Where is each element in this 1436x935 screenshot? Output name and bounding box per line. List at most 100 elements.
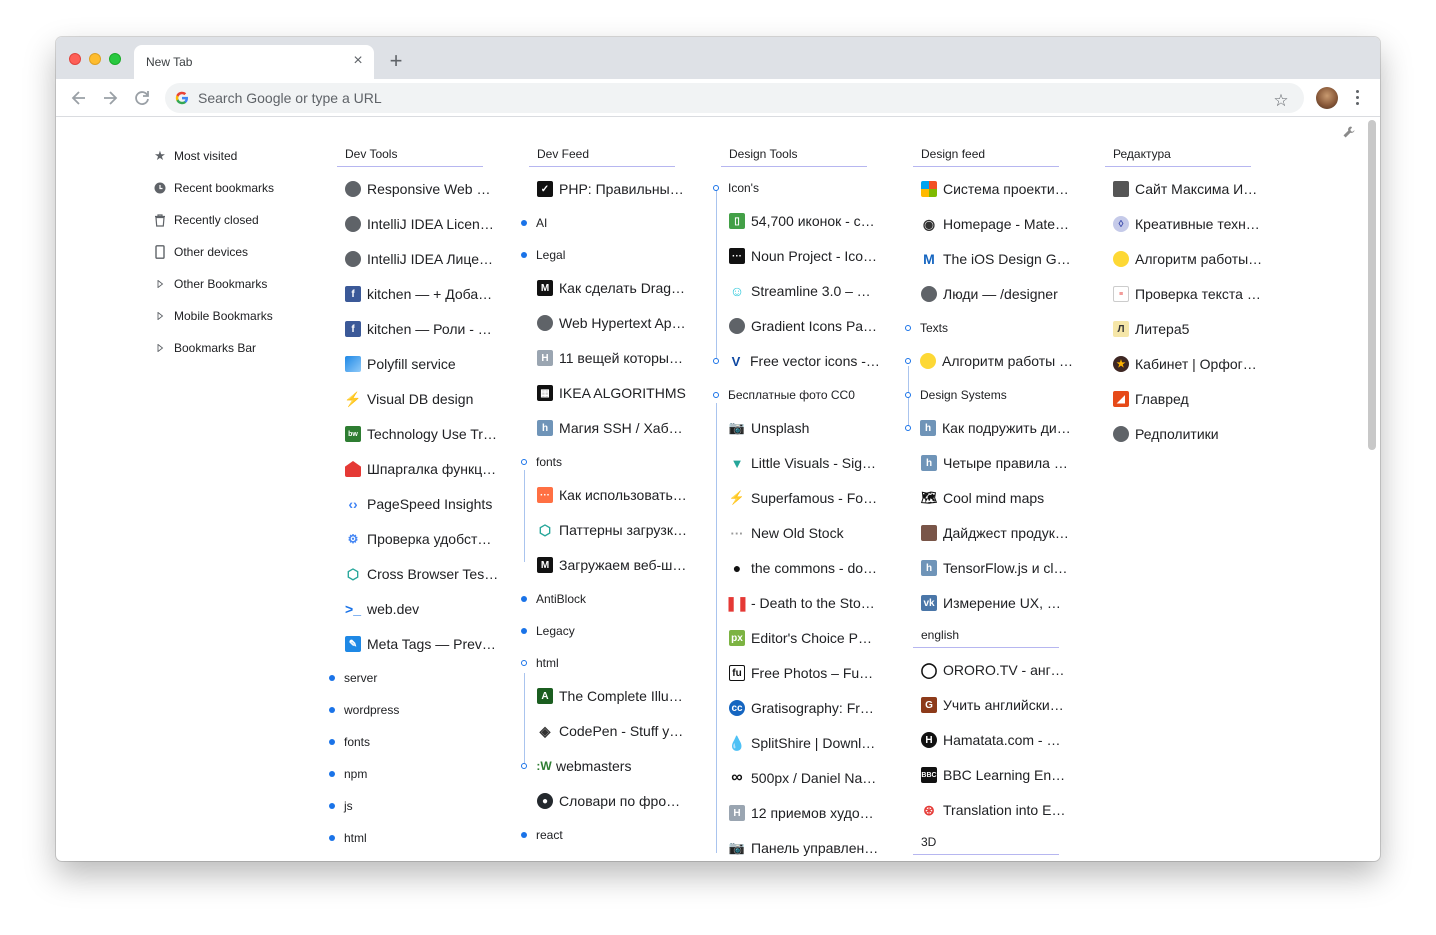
bookmark-item[interactable]: G Учить английский… [921,694,1071,716]
folder-npm[interactable]: npm [329,765,367,783]
bookmark-item[interactable]: fu Free Photos – Fun… [729,662,879,684]
menu-kebab-icon[interactable] [1346,87,1368,109]
bookmark-item[interactable]: ● the commons - do… [729,557,879,579]
bookmark-item[interactable]: ▼ Little Visuals - Sig… [729,452,879,474]
bookmark-item[interactable]: Люди — /designer [921,283,1071,305]
bookmark-item[interactable]: M The iOS Design G… [921,248,1071,270]
bookmark-item[interactable]: A The Complete Illu… [537,685,687,707]
bookmark-item[interactable]: H 11 вещей которы… [537,347,687,369]
folder-texts-item[interactable]: Алгоритм работы … [905,352,1073,370]
tab-close-icon[interactable]: × [350,52,366,70]
bookmark-item[interactable]: ● Словари по фрон… [537,790,687,812]
folder-design-systems[interactable]: Design Systems [905,386,1007,404]
omnibox[interactable]: Search Google or type a URL ☆ [165,83,1304,113]
folder-html[interactable]: html [521,654,559,672]
folder-icons[interactable]: Icon's [713,179,759,197]
wrench-icon[interactable] [1342,125,1358,141]
window-minimize-button[interactable] [89,53,101,65]
bookmark-item[interactable]: Система проекти… [921,178,1071,200]
bookmark-item[interactable]: Responsive Web … [345,178,503,200]
bookmark-item[interactable]: ‹› PageSpeed Insights [345,493,503,515]
sidebar-item-other-devices[interactable]: Other devices [152,242,248,262]
sidebar-item-mobile-bookmarks[interactable]: Mobile Bookmarks [152,306,273,326]
bookmark-item[interactable]: px Editor's Choice Ph… [729,627,879,649]
bookmark-item[interactable]: H Hamatata.com - Ф… [921,729,1071,751]
bookmark-item[interactable]: ⬡ Паттерны загрузк… [537,519,687,541]
bookmark-item[interactable]: ⚡ Superfamous - Fol… [729,487,879,509]
tab-new-tab[interactable]: New Tab × [134,45,374,79]
bookmark-item[interactable]: ◢ Главред [1113,388,1263,410]
bookmark-item[interactable]: IntelliJ IDEA Лице… [345,248,503,270]
bookmark-item[interactable]: vk Измерение UX, №… [921,592,1071,614]
folder-ds-item[interactable]: h Как подружить ди… [905,419,1071,437]
bookmark-item[interactable]: 💧 SplitShire | Downlo… [728,732,879,754]
folder-wordpress[interactable]: wordpress [329,701,399,719]
bookmark-item[interactable]: Web Hypertext Ap… [537,312,687,334]
bookmark-item[interactable]: Gradient Icons Pa… [729,315,879,337]
bookmark-item[interactable]: Редполитики [1113,423,1263,445]
folder-react[interactable]: react [521,826,563,844]
reload-icon[interactable] [131,87,153,109]
bookmark-item[interactable]: bw Technology Use Tr… [345,423,503,445]
bookmark-item[interactable]: Шпаргалка функц… [345,458,503,480]
window-maximize-button[interactable] [109,53,121,65]
bookmark-item[interactable]: ✓ PHP: Правильный… [537,178,687,200]
folder-legacy[interactable]: Legacy [521,622,575,640]
bookmark-item[interactable]: ··· Noun Project - Ico… [729,245,879,267]
bookmark-item[interactable]: Сайт Максима Ил… [1113,178,1263,200]
bookmark-item[interactable]: ⚙ Проверка удобст… [345,528,503,550]
new-tab-button[interactable]: + [384,49,408,73]
bookmark-item[interactable]: ✎ Meta Tags — Prev… [345,633,503,655]
bookmark-item[interactable]: ≡ Проверка текста … [1113,283,1263,305]
folder-server[interactable]: server [329,669,377,687]
bookmark-item[interactable]: 📷 Панель управления [729,837,879,859]
folder-html[interactable]: html [329,829,367,847]
sidebar-item-recently-closed[interactable]: Recently closed [152,210,259,230]
bookmark-item[interactable]: 🗺 Cool mind maps [921,487,1071,509]
bookmark-item[interactable]: ··· Как использовать… [537,484,687,506]
bookmark-item[interactable]: ⊛ Translation into En… [921,799,1071,821]
bookmark-item[interactable]: ❚❚ - Death to the Sto… [725,592,879,614]
bookmark-item[interactable]: h Магия SSH / Хабр… [537,417,687,439]
scrollbar-thumb[interactable] [1368,120,1376,450]
bookmark-item[interactable]: h Четыре правила и… [921,452,1071,474]
bookmark-item[interactable]: >_ web.dev [345,598,503,620]
bookmark-item[interactable]: ··· New Old Stock [729,522,879,544]
folder-photos[interactable]: Бесплатные фото CC0 [713,386,855,404]
sidebar-item-recent-bookmarks[interactable]: Recent bookmarks [152,178,274,198]
sidebar-item-bookmarks-bar[interactable]: Bookmarks Bar [152,338,256,358]
bookmark-item[interactable]: ∞ 500px / Daniel Na… [729,767,879,789]
bookmark-item[interactable]: Polyfill service [345,353,503,375]
bookmark-item[interactable]: ◉ Homepage - Mate… [921,213,1071,235]
bookmark-item[interactable]: ★ Кабинет | Орфогр… [1113,353,1263,375]
bookmark-item[interactable]: cc Gratisography: Fr… [729,697,879,719]
folder-ai[interactable]: AI [521,214,547,232]
folder-fonts[interactable]: fonts [329,733,370,751]
bookmark-item[interactable]: ⚡ Visual DB design [344,388,503,410]
profile-avatar[interactable] [1316,87,1338,109]
bookmark-item[interactable]: ☺ Streamline 3.0 – T… [729,280,879,302]
bookmark-item[interactable]: BBC BBC Learning En… [921,764,1071,786]
bookmark-item[interactable]: H 12 приемов худо… [729,802,879,824]
folder-free-vector[interactable]: V Free vector icons -… [713,352,880,370]
folder-js[interactable]: js [329,797,353,815]
bookmark-item[interactable]: IntelliJ IDEA Licen… [345,213,503,235]
folder-texts[interactable]: Texts [905,319,948,337]
bookmark-item[interactable]: ◯ ORORO.TV - англ… [921,659,1071,681]
bookmark-item[interactable]: f kitchen — + Доба… [345,283,503,305]
forward-arrow-icon[interactable] [99,87,121,109]
sidebar-item-most-visited[interactable]: ★ Most visited [152,146,237,166]
back-arrow-icon[interactable] [68,87,90,109]
bookmark-item[interactable]: ⬡ Cross Browser Tes… [345,563,503,585]
bookmark-star-icon[interactable]: ☆ [1270,90,1292,112]
bookmark-item[interactable]: ▯ 54,700 иконок - c… [729,210,879,232]
sidebar-item-other-bookmarks[interactable]: Other Bookmarks [152,274,267,294]
folder-legal[interactable]: Legal [521,246,565,264]
bookmark-item[interactable]: f kitchen — Роли - … [345,318,503,340]
folder-webmasters[interactable]: :W webmasters [521,757,631,775]
bookmark-item[interactable]: ▦ IKEA ALGORITHMS [537,382,687,404]
bookmark-item[interactable]: ◊ Креативные техн… [1113,213,1263,235]
bookmark-item[interactable]: Л Литера5 [1113,318,1263,340]
bookmark-item[interactable]: Алгоритм работы … [1113,248,1263,270]
bookmark-item[interactable]: M Как сделать Drag… [537,277,687,299]
